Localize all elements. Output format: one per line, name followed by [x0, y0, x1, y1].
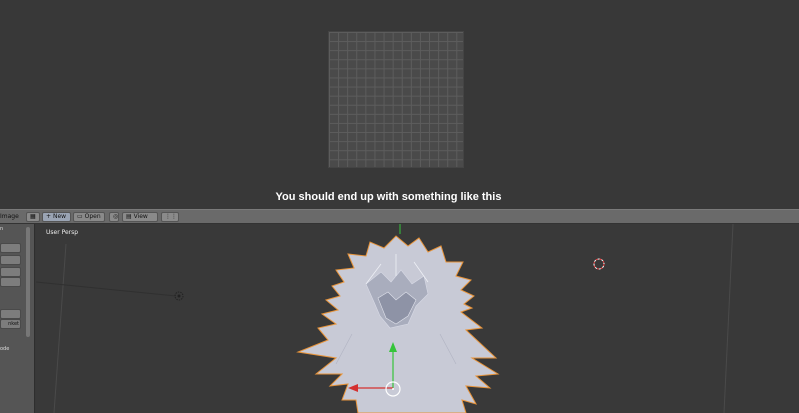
image-editor-icon[interactable]: ▦	[26, 212, 40, 222]
new-image-button[interactable]: + New	[42, 212, 71, 222]
folder-icon: ▭	[77, 213, 83, 220]
tool-button-5[interactable]	[0, 309, 21, 319]
image-menu[interactable]: Image	[0, 212, 19, 222]
tool-button-blanket[interactable]: nket	[0, 319, 21, 329]
tool-shelf: n nket ode	[0, 224, 35, 413]
caption: You should end up with something like th…	[275, 191, 502, 203]
tool-button-3[interactable]	[0, 267, 21, 277]
tool-button-1[interactable]	[0, 243, 21, 253]
pivot-dropdown[interactable]: ⋮⋮	[161, 212, 179, 222]
view-icon: ▤	[126, 213, 132, 220]
cursor-icon[interactable]	[593, 258, 605, 270]
add-icon: +	[46, 213, 52, 220]
open-label: Open	[84, 213, 101, 220]
view-menu-button[interactable]: ▤ View	[122, 212, 158, 222]
uv-grid-image	[328, 31, 464, 168]
view-label: View	[133, 213, 148, 220]
tool-shelf-label-top: n	[0, 226, 4, 232]
viewport-canvas	[36, 224, 734, 413]
open-image-button[interactable]: ▭ Open	[73, 212, 105, 222]
tool-button-4[interactable]	[0, 277, 21, 287]
character-mesh[interactable]	[296, 235, 500, 413]
pin-icon[interactable]: ◎	[109, 212, 119, 222]
3d-viewport[interactable]: User Persp	[36, 224, 799, 413]
mode-label: ode	[0, 346, 10, 352]
tool-shelf-scrollbar[interactable]	[26, 227, 30, 337]
new-label: New	[52, 213, 67, 220]
blanket-label: nket	[8, 321, 19, 327]
tool-button-2[interactable]	[0, 255, 21, 265]
light-icon[interactable]	[174, 291, 184, 301]
image-editor-header: Image ▦ + New ▭ Open ◎ ▤ View ⋮⋮	[0, 209, 799, 224]
